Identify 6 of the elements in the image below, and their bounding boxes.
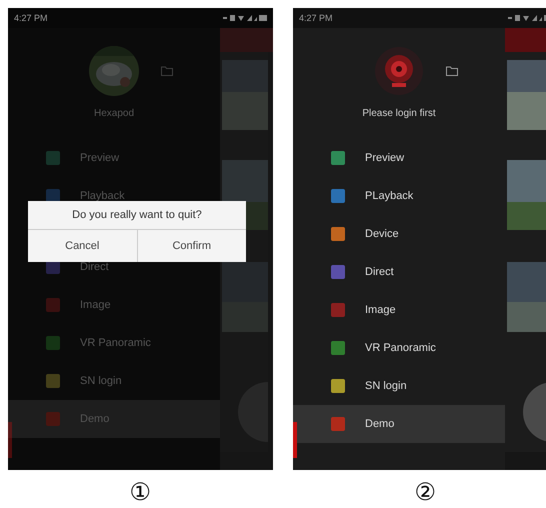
profile-name: Please login first (362, 108, 436, 119)
screen-caption: ② (414, 478, 436, 507)
screen-caption: ① (130, 478, 152, 507)
profile-name: Hexapod (94, 108, 134, 119)
status-time: 4:27 PM (14, 13, 48, 23)
status-time: 4:27 PM (299, 13, 333, 23)
